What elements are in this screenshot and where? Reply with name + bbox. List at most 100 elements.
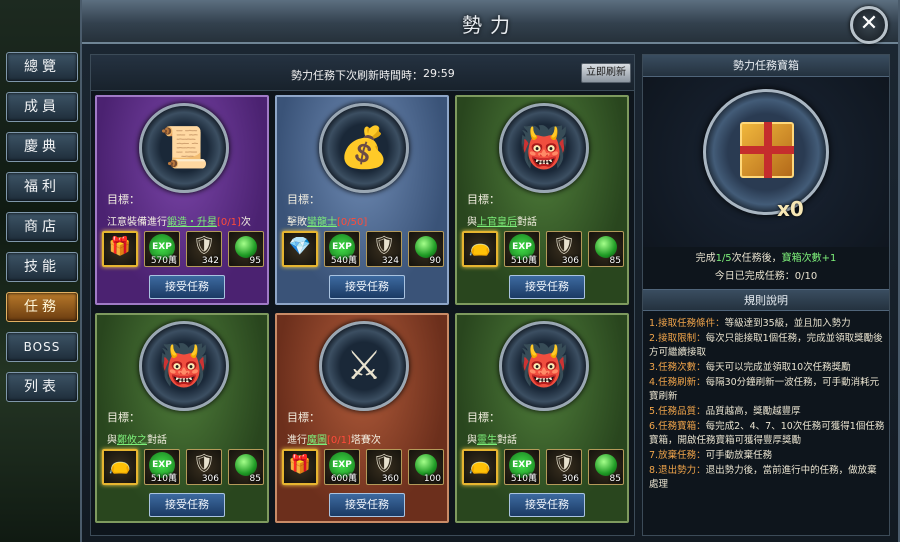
today-completed: 今日已完成任務：0/10 [643, 267, 889, 282]
chest-icon: 🎁 [288, 454, 312, 475]
task-card-5: 👹 目標： 與靈生對話 👝 EXP 510萬 🛡 306 85 接受任務 [455, 313, 629, 523]
reward-slot[interactable]: EXP 570萬 [144, 231, 180, 267]
reward-slot[interactable]: 🎁 [102, 231, 138, 267]
refresh-timer-bar: 勢力任務下次刷新時間時： 29:59 立即刷新 [91, 55, 634, 91]
reward-slot[interactable]: 💎 [282, 231, 318, 267]
accept-task-button[interactable]: 接受任務 [509, 275, 585, 299]
rule-key: 5.任務品質： [649, 406, 706, 417]
target-label: 目標： [287, 411, 320, 424]
rule-item: 7.放棄任務：可手動放棄任務 [649, 449, 885, 463]
task-link[interactable]: 靈生 [477, 435, 497, 446]
sidebar: 總覽成員慶典福利商店技能任務 BOSS 列表 [6, 52, 78, 412]
jade-icon: 💎 [288, 236, 312, 257]
task-pre: 江意裝備進行 [107, 217, 167, 228]
target-label: 目標： [467, 411, 500, 424]
reward-slot[interactable]: EXP 510萬 [504, 231, 540, 267]
reward-slot[interactable]: 🎁 [282, 449, 318, 485]
rule-key: 2.接取限制： [649, 333, 706, 344]
today-label: 今日已完成任務： [714, 271, 795, 282]
accept-task-button[interactable]: 接受任務 [149, 493, 225, 517]
reward-slot[interactable]: 👝 [462, 231, 498, 267]
task-link[interactable]: 鄭攸之 [117, 435, 147, 446]
close-icon[interactable]: ✕ [850, 6, 888, 44]
reward-slot[interactable]: 👝 [102, 449, 138, 485]
accept-task-button[interactable]: 接受任務 [149, 275, 225, 299]
rule-value: 品質越高，獎勵越豐厚 [705, 406, 801, 417]
sidebar-item-8[interactable]: 列表 [6, 372, 78, 402]
demon-mask-icon: 👹 [519, 125, 569, 171]
task-link[interactable]: 魔圖 [307, 435, 327, 446]
treasure-chest-icon: 💰 [339, 125, 389, 171]
target-label: 目標： [107, 193, 140, 206]
reward-slot[interactable]: 85 [588, 231, 624, 267]
reward-count: 510萬 [510, 474, 537, 484]
chest-medallion[interactable] [703, 89, 829, 215]
complete-prefix: 完成 [695, 253, 716, 264]
accept-task-button[interactable]: 接受任務 [329, 275, 405, 299]
task-medallion: 📜 [139, 103, 229, 193]
rule-item: 5.任務品質：品質越高，獎勵越豐厚 [649, 405, 885, 419]
sidebar-item-6[interactable]: 任務 [6, 292, 78, 322]
reward-slot[interactable]: 95 [228, 231, 264, 267]
sidebar-item-3[interactable]: 福利 [6, 172, 78, 202]
reward-slot[interactable]: 🛡 360 [366, 449, 402, 485]
refresh-now-button[interactable]: 立即刷新 [581, 63, 631, 83]
task-card-0: 📜 目標： 江意裝備進行鍛造・升星[0/1]次 🎁 EXP 570萬 🛡 342 95 接受任務 [95, 95, 269, 305]
reward-slot[interactable]: 🛡 306 [186, 449, 222, 485]
reward-slot[interactable]: 👝 [462, 449, 498, 485]
rule-key: 1.接取任務條件： [649, 318, 725, 329]
reward-count: 360 [381, 474, 399, 484]
reward-slot[interactable]: 🛡 306 [546, 449, 582, 485]
reward-slot[interactable]: 85 [228, 449, 264, 485]
task-progress: [0/1] [327, 435, 351, 446]
gift-box-icon [740, 122, 794, 178]
reward-slot[interactable]: EXP 540萬 [324, 231, 360, 267]
reward-slot[interactable]: 🛡 306 [546, 231, 582, 267]
task-post: 對話 [147, 435, 167, 446]
reward-count: 100 [423, 474, 441, 484]
task-link[interactable]: 蠻龍士 [307, 217, 337, 228]
reward-slot[interactable]: EXP 510萬 [504, 449, 540, 485]
reward-count: 85 [249, 474, 261, 484]
complete-reward: 寶箱次數+1 [781, 253, 837, 264]
task-description: 與鄭攸之對話 [107, 431, 167, 446]
sidebar-item-7[interactable]: BOSS [6, 332, 78, 362]
task-card-1: 💰 目標： 擊敗蠻龍士[0/50] 💎 EXP 540萬 🛡 324 90 接受任務 [275, 95, 449, 305]
task-post: 塔賽次 [350, 435, 381, 446]
task-link[interactable]: 上官皇后 [477, 217, 517, 228]
armor-icon: 🛡 [552, 235, 576, 256]
task-description: 與上官皇后對話 [467, 213, 537, 228]
rule-item: 1.接取任務條件：等級達到35級，並且加入勢力 [649, 317, 885, 331]
reward-count: 90 [429, 256, 441, 266]
reward-slot[interactable]: 🛡 342 [186, 231, 222, 267]
reward-slot[interactable]: 🛡 324 [366, 231, 402, 267]
reward-count: 85 [609, 256, 621, 266]
sidebar-item-5[interactable]: 技能 [6, 252, 78, 282]
reward-slot[interactable]: 100 [408, 449, 444, 485]
task-panel: 勢力任務下次刷新時間時： 29:59 立即刷新 📜 目標： 江意裝備進行鍛造・升星[… [90, 54, 635, 536]
reward-slot[interactable]: EXP 510萬 [144, 449, 180, 485]
gem-icon [415, 236, 437, 258]
accept-task-button[interactable]: 接受任務 [329, 493, 405, 517]
task-post: 對話 [497, 435, 517, 446]
sidebar-item-1[interactable]: 成員 [6, 92, 78, 122]
accept-task-button[interactable]: 接受任務 [509, 493, 585, 517]
window-title: 勢力 [462, 13, 518, 37]
sidebar-item-2[interactable]: 慶典 [6, 132, 78, 162]
reward-slot[interactable]: 90 [408, 231, 444, 267]
task-link[interactable]: 鍛造・升星 [167, 217, 217, 228]
sidebar-item-4[interactable]: 商店 [6, 212, 78, 242]
chest-icon: 🎁 [108, 236, 132, 257]
reward-slot[interactable]: 85 [588, 449, 624, 485]
task-medallion: ⚔ [319, 321, 409, 411]
reward-slot[interactable]: EXP 600萬 [324, 449, 360, 485]
sidebar-item-0[interactable]: 總覽 [6, 52, 78, 82]
demon-mask-icon: 👹 [519, 343, 569, 389]
bag-icon: 👝 [468, 454, 492, 475]
chest-count: x0 [777, 197, 804, 221]
task-description: 進行魔圖[0/1]塔賽次 [287, 431, 381, 446]
rule-value: 每天可以完成並領取10次任務獎勵 [705, 362, 851, 373]
title-bar: 勢力 ✕ [82, 0, 898, 44]
rule-item: 4.任務刷新：每隔30分鐘刷新一波任務，可手動消耗元寶刷新 [649, 376, 885, 404]
armor-icon: 🛡 [192, 453, 216, 474]
